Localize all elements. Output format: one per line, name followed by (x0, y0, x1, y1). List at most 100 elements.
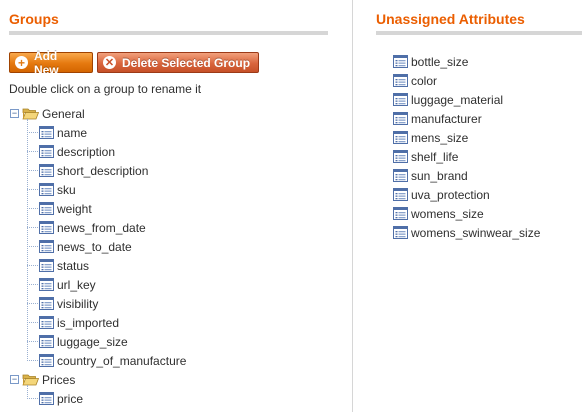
x-circle-icon: ✕ (103, 56, 116, 69)
tree-attribute-item[interactable]: is_imported (39, 313, 119, 332)
unassigned-attribute-item[interactable]: uva_protection (393, 185, 490, 204)
add-new-label: Add New (33, 48, 59, 77)
unassigned-panel: Unassigned Attributes bottle_sizecolor lu… (352, 0, 584, 412)
tree-connector (27, 360, 38, 361)
tree-connector (27, 170, 38, 171)
tree-attribute-item[interactable]: luggage_size (39, 332, 128, 351)
tree-attribute-label: visibility (57, 296, 99, 311)
tree-connector (27, 189, 38, 190)
groups-title-rule (9, 31, 328, 35)
tree-attribute-label: description (57, 144, 116, 159)
unassigned-attribute-item[interactable]: color (393, 71, 437, 90)
tree-attribute-label: status (57, 258, 90, 273)
tree-connector (27, 119, 28, 361)
unassigned-attribute-label: manufacturer (411, 111, 482, 126)
tree-attribute-label: weight (57, 201, 92, 216)
unassigned-attribute-item[interactable]: sun_brand (393, 166, 468, 185)
unassigned-attribute-label: womens_size (411, 206, 484, 221)
tree-group-label: General (42, 106, 85, 121)
tree-group-general[interactable]: − General (10, 104, 85, 123)
unassigned-attribute-label: mens_size (411, 130, 469, 145)
attribute-list-icon (393, 188, 408, 201)
tree-attribute-label: news_from_date (57, 220, 146, 235)
tree-group-label: Prices (42, 372, 76, 387)
rename-hint: Double click on a group to rename it (9, 82, 202, 96)
unassigned-attribute-label: womens_swinwear_size (411, 225, 541, 240)
tree-connector (27, 208, 38, 209)
attribute-list-icon (39, 240, 54, 253)
unassigned-attribute-item[interactable]: shelf_life (393, 147, 458, 166)
tree-connector (27, 341, 38, 342)
attribute-list-icon (393, 55, 408, 68)
attribute-list-icon (393, 112, 408, 125)
unassigned-attribute-label: uva_protection (411, 187, 490, 202)
tree-attribute-item[interactable]: news_to_date (39, 237, 132, 256)
unassigned-attribute-label: bottle_size (411, 54, 469, 69)
tree-attribute-item[interactable]: weight (39, 199, 92, 218)
tree-attribute-item[interactable]: country_of_manufacture (39, 351, 186, 370)
tree-attribute-label: url_key (57, 277, 96, 292)
tree-connector (27, 284, 38, 285)
attribute-list-icon (39, 202, 54, 215)
attribute-list-icon (39, 278, 54, 291)
attribute-list-icon (393, 226, 408, 239)
add-new-button[interactable]: + Add New (9, 49, 93, 77)
groups-panel: Groups + Add New ✕ Delete Selected Group… (0, 0, 340, 412)
tree-attribute-item[interactable]: name (39, 123, 87, 142)
unassigned-attribute-item[interactable]: mens_size (393, 128, 468, 147)
unassigned-attribute-item[interactable]: bottle_size (393, 52, 468, 71)
collapse-toggle-icon[interactable]: − (10, 375, 19, 384)
plus-circle-icon: + (15, 56, 28, 69)
tree-attribute-item[interactable]: price (39, 389, 83, 408)
unassigned-attribute-label: color (411, 73, 438, 88)
tree-attribute-label: name (57, 125, 88, 140)
tree-connector (27, 385, 28, 399)
tree-attribute-item[interactable]: news_from_date (39, 218, 146, 237)
tree-attribute-item[interactable]: sku (39, 180, 76, 199)
tree-attribute-item[interactable]: status (39, 256, 89, 275)
attribute-list-icon (39, 259, 54, 272)
delete-selected-group-button[interactable]: ✕ Delete Selected Group (97, 52, 259, 73)
tree-attribute-label: is_imported (57, 315, 120, 330)
folder-open-icon (22, 108, 39, 120)
attribute-list-icon (39, 126, 54, 139)
tree-connector (27, 322, 38, 323)
tree-attribute-item[interactable]: description (39, 142, 115, 161)
tree-attribute-label: short_description (57, 163, 149, 178)
attribute-list-icon (39, 164, 54, 177)
unassigned-attribute-label: shelf_life (411, 149, 459, 164)
attribute-list-icon (393, 93, 408, 106)
tree-connector (27, 265, 38, 266)
tree-attribute-item[interactable]: url_key (39, 275, 96, 294)
attribute-list-icon (393, 150, 408, 163)
unassigned-title: Unassigned Attributes (376, 11, 525, 27)
attribute-list-icon (39, 145, 54, 158)
attribute-list-icon (39, 335, 54, 348)
tree-attribute-label: news_to_date (57, 239, 132, 254)
tree-group-prices[interactable]: − Prices (10, 370, 75, 389)
unassigned-attribute-item[interactable]: luggage_material (393, 90, 503, 109)
tree-attribute-label: sku (57, 182, 76, 197)
attribute-list-icon (39, 221, 54, 234)
attribute-list-icon (393, 74, 408, 87)
tree-attribute-item[interactable]: visibility (39, 294, 98, 313)
attribute-list-icon (393, 169, 408, 182)
tree-connector (27, 151, 38, 152)
unassigned-attribute-item[interactable]: womens_swinwear_size (393, 223, 540, 242)
attribute-list-icon (393, 207, 408, 220)
tree-connector (27, 132, 38, 133)
unassigned-attribute-label: sun_brand (411, 168, 468, 183)
tree-attribute-label: luggage_size (57, 334, 128, 349)
unassigned-attribute-item[interactable]: manufacturer (393, 109, 482, 128)
unassigned-attribute-item[interactable]: womens_size (393, 204, 484, 223)
tree-attribute-label: country_of_manufacture (57, 353, 187, 368)
attribute-list-icon (39, 392, 54, 405)
unassigned-attribute-label: luggage_material (411, 92, 504, 107)
attribute-list-icon (39, 354, 54, 367)
collapse-toggle-icon[interactable]: − (10, 109, 19, 118)
attribute-list-icon (393, 131, 408, 144)
tree-connector (27, 303, 38, 304)
attribute-list-icon (39, 183, 54, 196)
tree-attribute-item[interactable]: short_description (39, 161, 148, 180)
attribute-list-icon (39, 316, 54, 329)
